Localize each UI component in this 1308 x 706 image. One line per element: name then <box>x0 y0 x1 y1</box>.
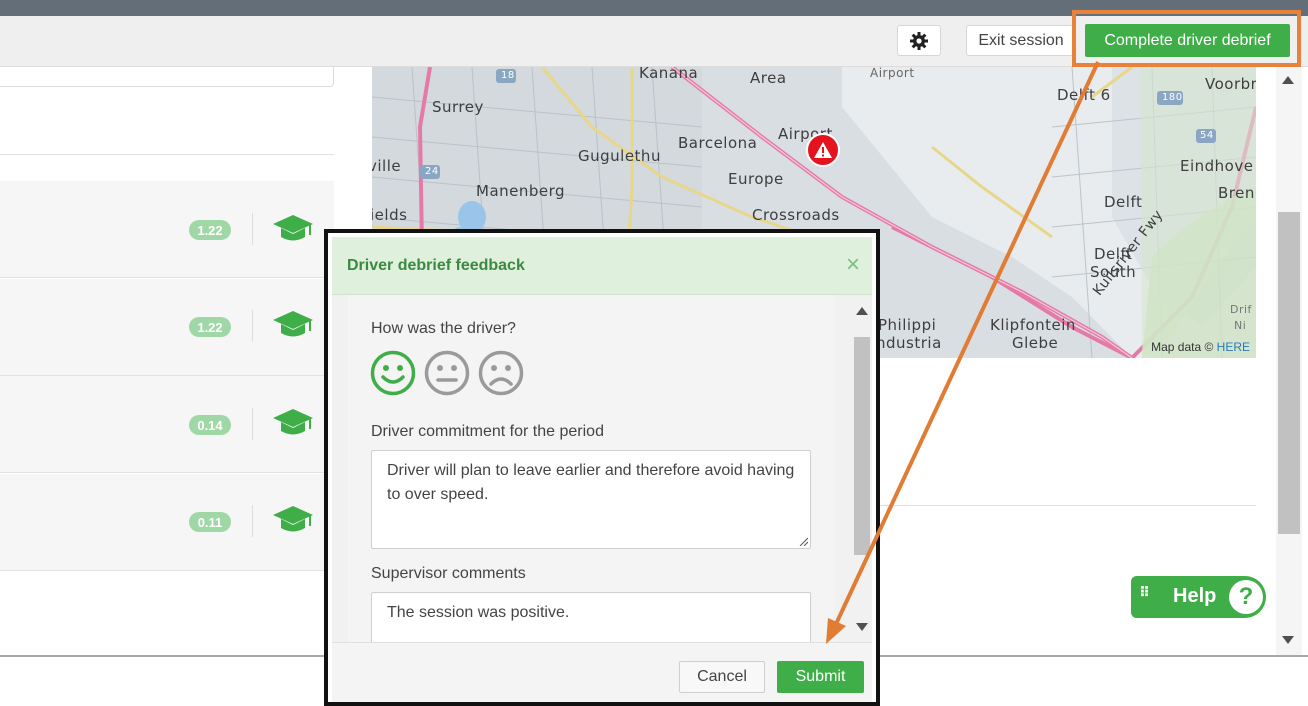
map-alert-marker[interactable] <box>806 133 840 167</box>
map-label: Gugulethu <box>578 147 661 165</box>
scroll-up-arrow-icon[interactable] <box>1282 76 1294 84</box>
commitment-label: Driver commitment for the period <box>371 423 604 440</box>
supervisor-comments-label: Supervisor comments <box>371 565 526 582</box>
attribution-text: Map data © <box>1151 340 1214 354</box>
commitment-text: Driver will plan to leave earlier and th… <box>387 462 795 503</box>
graduation-cap-icon[interactable] <box>272 504 314 536</box>
list-item[interactable]: 0.14 <box>0 376 334 473</box>
route-shield: 24 <box>425 166 439 177</box>
drag-handle-icon[interactable]: ⠿ <box>1139 585 1151 599</box>
map-label: Kanana <box>639 67 699 82</box>
map-label: ields <box>372 206 408 224</box>
graduation-cap-icon[interactable] <box>272 407 314 439</box>
map-label: Klipfontein <box>990 316 1076 334</box>
score-badge: 0.14 <box>189 415 231 435</box>
route-shield: 18 <box>501 70 515 81</box>
route-shield: 54 <box>1200 130 1214 141</box>
page-scrollbar-thumb[interactable] <box>1278 212 1300 534</box>
submit-button[interactable]: Submit <box>777 661 864 693</box>
modal-scrollbar-thumb[interactable] <box>854 337 870 555</box>
settings-button[interactable] <box>897 25 941 56</box>
cancel-button[interactable]: Cancel <box>679 661 765 693</box>
left-panel-top-field[interactable] <box>0 67 334 87</box>
map-label: ndustria <box>876 334 942 352</box>
sad-face-icon[interactable] <box>478 350 524 396</box>
map-label: Airport <box>870 67 915 80</box>
map-label: Crossroads <box>752 206 840 224</box>
map-label: Surrey <box>432 98 484 116</box>
graduation-cap-icon[interactable] <box>272 309 314 341</box>
close-icon[interactable]: × <box>846 251 860 279</box>
score-badge: 1.22 <box>189 220 231 240</box>
help-button[interactable]: ⠿ Help ? <box>1131 576 1266 618</box>
supervisor-comments-textarea[interactable]: The session was positive. <box>371 592 811 642</box>
modal-header: Driver debrief feedback × <box>332 237 872 295</box>
modal-scrollbar[interactable] <box>852 295 872 642</box>
graduation-cap-icon[interactable] <box>272 213 314 245</box>
driver-rating-options <box>370 350 524 398</box>
map-label: Area <box>750 69 787 87</box>
map-label: ville <box>372 157 402 175</box>
question-icon: ? <box>1229 580 1263 614</box>
screen: Exit session Complete driver debrief 1.2… <box>0 0 1308 706</box>
map-label: Manenberg <box>476 182 566 200</box>
gear-icon <box>910 31 928 50</box>
scroll-up-arrow-icon[interactable] <box>856 307 868 315</box>
modal-body: How was the driver? Driver commitment fo… <box>348 295 834 642</box>
row-separator <box>252 310 253 342</box>
scroll-down-arrow-icon[interactable] <box>856 623 868 631</box>
scroll-down-arrow-icon[interactable] <box>1282 636 1294 644</box>
map-label: Philippi <box>878 316 937 334</box>
commitment-textarea[interactable]: Driver will plan to leave earlier and th… <box>371 450 811 549</box>
neutral-face-icon[interactable] <box>424 350 470 396</box>
modal-title: Driver debrief feedback <box>347 257 525 274</box>
map-attribution: Map data © HERE <box>1151 340 1250 354</box>
attribution-link[interactable]: HERE <box>1217 340 1250 354</box>
map-label: Delft <box>1104 193 1143 211</box>
list-item[interactable]: 1.22 <box>0 279 334 376</box>
score-badge: 0.11 <box>189 512 231 532</box>
help-label: Help <box>1173 585 1217 607</box>
callout-highlight-box <box>1072 10 1301 67</box>
row-separator <box>252 213 253 245</box>
warning-icon <box>814 142 832 158</box>
map-label: Barcelona <box>678 134 758 152</box>
modal-body-wrapper: How was the driver? Driver commitment fo… <box>332 295 872 642</box>
map-label: Delft 6 <box>1057 86 1111 104</box>
score-badge: 1.22 <box>189 317 231 337</box>
supervisor-comments-text: The session was positive. <box>387 604 570 621</box>
map-label: Drif <box>1230 303 1252 316</box>
map-label: Ni <box>1234 319 1247 332</box>
resize-grip-icon[interactable] <box>798 536 808 546</box>
row-separator <box>252 408 253 440</box>
list-item[interactable]: 0.11 <box>0 474 334 571</box>
driver-debrief-modal: Driver debrief feedback × How was the dr… <box>324 229 880 706</box>
map-label: Glebe <box>1012 334 1059 352</box>
route-shield: 180 <box>1162 92 1183 103</box>
modal-footer: Cancel Submit <box>332 642 872 702</box>
map-label: Europe <box>728 170 784 188</box>
right-panel-divider <box>878 505 1256 506</box>
happy-face-icon[interactable] <box>370 350 416 396</box>
map-label: Eindhove <box>1180 157 1254 175</box>
exit-session-button[interactable]: Exit session <box>966 25 1076 56</box>
left-panel-divider <box>0 154 334 155</box>
row-separator <box>252 505 253 537</box>
list-item[interactable]: 1.22 <box>0 181 334 278</box>
map-label: Bren <box>1218 184 1255 202</box>
map-label: Voorbru <box>1205 75 1256 93</box>
driver-rating-label: How was the driver? <box>371 320 516 337</box>
